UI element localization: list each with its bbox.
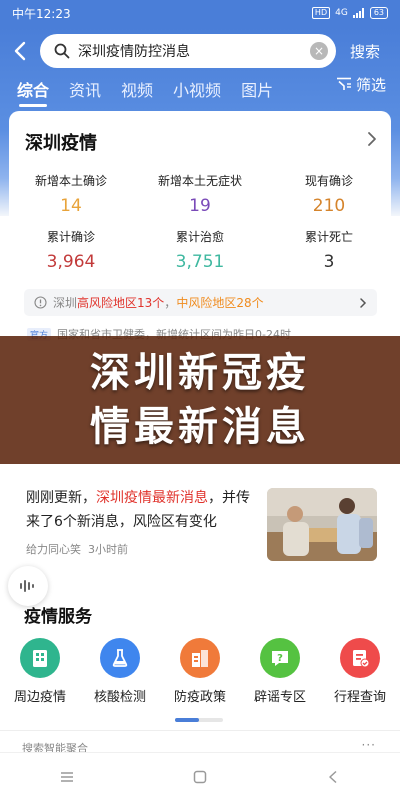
- service-nearby-epidemic[interactable]: 周边疫情: [0, 638, 80, 705]
- overlay-line-2: 情最新消息: [90, 404, 310, 450]
- search-row: 深圳疫情防控消息 × 搜索: [0, 32, 400, 70]
- news-photo-image: [267, 488, 377, 561]
- system-nav-bar: [0, 752, 400, 800]
- news-prefix: 刚刚更新，: [26, 490, 96, 506]
- stat-value: 14: [60, 196, 82, 216]
- stat-new-local-confirmed: 新增本土确诊 14: [9, 172, 133, 216]
- search-query: 深圳疫情防控消息: [78, 44, 190, 60]
- stat-total-confirmed: 累计确诊 3,964: [9, 228, 133, 272]
- news-thumbnail[interactable]: [267, 488, 377, 561]
- high-risk-count: 高风险地区13个: [77, 296, 165, 310]
- stat-total-deaths: 累计死亡 3: [267, 228, 391, 272]
- stat-value: 3,751: [175, 252, 225, 272]
- service-itinerary-query[interactable]: 行程查询: [320, 638, 400, 705]
- service-label: 行程查询: [333, 690, 386, 705]
- stat-label: 现有确诊: [304, 174, 353, 188]
- signal-icon: [352, 8, 364, 18]
- services-title: 疫情服务: [24, 607, 92, 627]
- policy-building-icon: [180, 638, 220, 678]
- page-indicator-active: [175, 718, 199, 722]
- question-icon: ?: [260, 638, 300, 678]
- menu-nav-button[interactable]: [47, 757, 87, 797]
- page-indicator: [175, 718, 223, 722]
- back-arrow-icon: [14, 41, 26, 61]
- stat-new-local-asymptomatic: 新增本土无症状 19: [138, 172, 262, 216]
- voice-wave-icon: [20, 580, 34, 592]
- back-button[interactable]: [0, 32, 40, 70]
- status-bar: 中午12:23 HD 4G 63: [0, 0, 400, 26]
- battery-icon: 63: [369, 7, 388, 19]
- home-square-icon: [193, 770, 207, 783]
- stat-label: 新增本土无症状: [157, 174, 242, 188]
- search-input[interactable]: 深圳疫情防控消息 ×: [40, 34, 336, 68]
- stat-total-cured: 累计治愈 3,751: [138, 228, 262, 272]
- epidemic-card[interactable]: 深圳疫情 新增本土确诊 14 新增本土无症状 19 现有确诊 210 累计确诊 …: [9, 111, 391, 346]
- divider: [0, 730, 400, 731]
- tab-images[interactable]: 图片: [241, 77, 273, 101]
- service-label: 防疫政策: [173, 690, 226, 705]
- risk-separator: ，: [164, 296, 177, 310]
- itinerary-check-icon: [340, 638, 380, 678]
- service-label: 核酸检测: [93, 690, 146, 705]
- stat-label: 累计确诊: [46, 230, 95, 244]
- service-label: 辟谣专区: [253, 690, 306, 705]
- stat-value: 19: [189, 196, 211, 216]
- status-time: 中午12:23: [12, 6, 71, 21]
- info-icon: [34, 296, 47, 309]
- news-item[interactable]: 刚刚更新，深圳疫情最新消息，并传来了6个新消息，风险区有变化 给力同心笑 3小时…: [0, 464, 400, 582]
- menu-icon: [60, 771, 73, 782]
- filter-icon: [336, 77, 351, 90]
- mid-risk-count: 中风险地区28个: [176, 296, 264, 310]
- back-nav-button[interactable]: [313, 757, 353, 797]
- news-meta: 给力同心笑 3小时前: [26, 541, 128, 557]
- voice-assistant-button[interactable]: [8, 566, 48, 606]
- news-source: 给力同心笑: [26, 543, 81, 556]
- chevron-right-icon: [360, 297, 367, 308]
- network-indicator: 4G: [335, 8, 348, 18]
- service-label: 周边疫情: [13, 690, 66, 705]
- overlay-line-1: 深圳新冠疫: [90, 350, 310, 396]
- building-icon: [20, 638, 60, 678]
- services-row: 周边疫情 核酸检测 防疫政策 ? 辟谣专区 行程查询: [0, 638, 400, 705]
- home-nav-button[interactable]: [180, 757, 220, 797]
- service-prevention-policy[interactable]: 防疫政策: [160, 638, 240, 705]
- news-highlight: 深圳疫情最新消息: [96, 490, 208, 506]
- stat-value: 210: [312, 196, 346, 216]
- tab-comprehensive[interactable]: 综合: [17, 77, 49, 107]
- back-triangle-icon: [329, 770, 337, 783]
- card-title: 深圳疫情: [25, 133, 97, 154]
- stat-value: 3,964: [46, 252, 96, 272]
- tab-short-video[interactable]: 小视频: [173, 77, 221, 101]
- test-tube-icon: [100, 638, 140, 678]
- risk-summary: 深圳高风险地区13个，中风险地区28个: [53, 294, 264, 311]
- tab-video[interactable]: 视频: [121, 77, 153, 101]
- svg-text:?: ?: [277, 653, 283, 664]
- news-time: 3小时前: [88, 543, 128, 556]
- news-headline: 刚刚更新，深圳疫情最新消息，并传来了6个新消息，风险区有变化: [26, 486, 254, 534]
- risk-area-bar[interactable]: 深圳高风险地区13个，中风险地区28个: [24, 289, 377, 316]
- stat-label: 新增本土确诊: [34, 174, 107, 188]
- chevron-right-icon[interactable]: [367, 131, 377, 147]
- stat-label: 累计死亡: [304, 230, 353, 244]
- stat-label: 累计治愈: [175, 230, 224, 244]
- status-icons: HD 4G 63: [311, 7, 388, 19]
- search-icon: [54, 43, 70, 59]
- headline-overlay-banner: 深圳新冠疫 情最新消息: [0, 336, 400, 464]
- service-rumor-refute[interactable]: ? 辟谣专区: [240, 638, 320, 705]
- risk-city: 深圳: [53, 296, 78, 310]
- search-button[interactable]: 搜索: [350, 41, 380, 62]
- filter-button[interactable]: 筛选: [336, 72, 386, 96]
- clear-icon[interactable]: ×: [310, 42, 328, 60]
- filter-label: 筛选: [355, 75, 386, 94]
- more-options-button[interactable]: ···: [362, 738, 376, 752]
- stat-current-confirmed: 现有确诊 210: [267, 172, 391, 216]
- service-nucleic-test[interactable]: 核酸检测: [80, 638, 160, 705]
- hd-indicator: HD: [311, 7, 331, 19]
- stat-value: 3: [323, 252, 335, 272]
- tab-news[interactable]: 资讯: [69, 77, 101, 101]
